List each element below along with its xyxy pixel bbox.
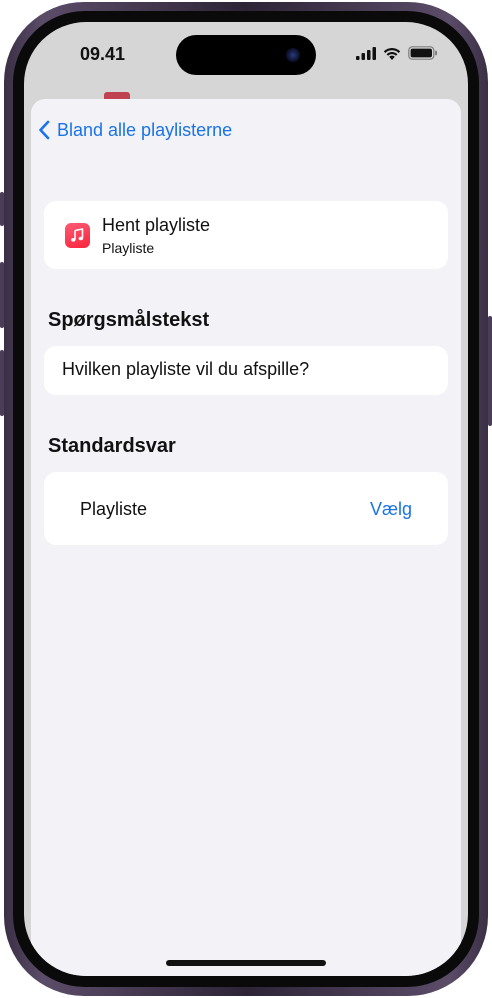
action-title: Hent playliste — [102, 215, 211, 235]
choose-button[interactable]: Vælg — [370, 499, 412, 520]
prompt-text-field[interactable]: Hvilken playliste vil du afspille? — [44, 346, 448, 395]
action-subtitle: Playliste — [102, 240, 155, 256]
music-note-icon — [71, 228, 84, 242]
status-bar: 09.41 — [24, 22, 468, 92]
status-icons — [356, 46, 438, 60]
action-button — [0, 192, 4, 226]
wifi-icon — [383, 47, 401, 60]
action-card[interactable]: Hent playliste Playliste — [44, 201, 448, 269]
shortcut-sheet: Bland alle playlisterne Hent playliste P… — [31, 99, 461, 976]
music-app-icon — [65, 223, 90, 248]
home-indicator[interactable] — [166, 960, 326, 966]
default-answer-section-title: Standardsvar — [48, 435, 176, 457]
prompt-text: Hvilken playliste vil du afspille? — [62, 359, 310, 379]
back-label: Bland alle playlisterne — [57, 119, 233, 140]
screen: 09.41 Bland alle playlisterne Hent playl… — [24, 22, 468, 976]
cellular-signal-icon — [356, 46, 376, 60]
dynamic-island — [176, 35, 316, 75]
battery-icon — [408, 46, 437, 60]
default-answer-card: Playliste Vælg — [44, 472, 448, 545]
volume-down-button — [0, 350, 4, 416]
parameter-label: Playliste — [80, 499, 148, 519]
back-button[interactable]: Bland alle playlisterne — [37, 119, 232, 141]
side-button — [488, 316, 492, 426]
chevron-left-icon — [39, 120, 50, 140]
prompt-section-title: Spørgsmålstekst — [48, 309, 210, 331]
status-time: 09.41 — [80, 44, 126, 64]
volume-up-button — [0, 262, 4, 328]
front-camera-icon — [286, 48, 300, 62]
